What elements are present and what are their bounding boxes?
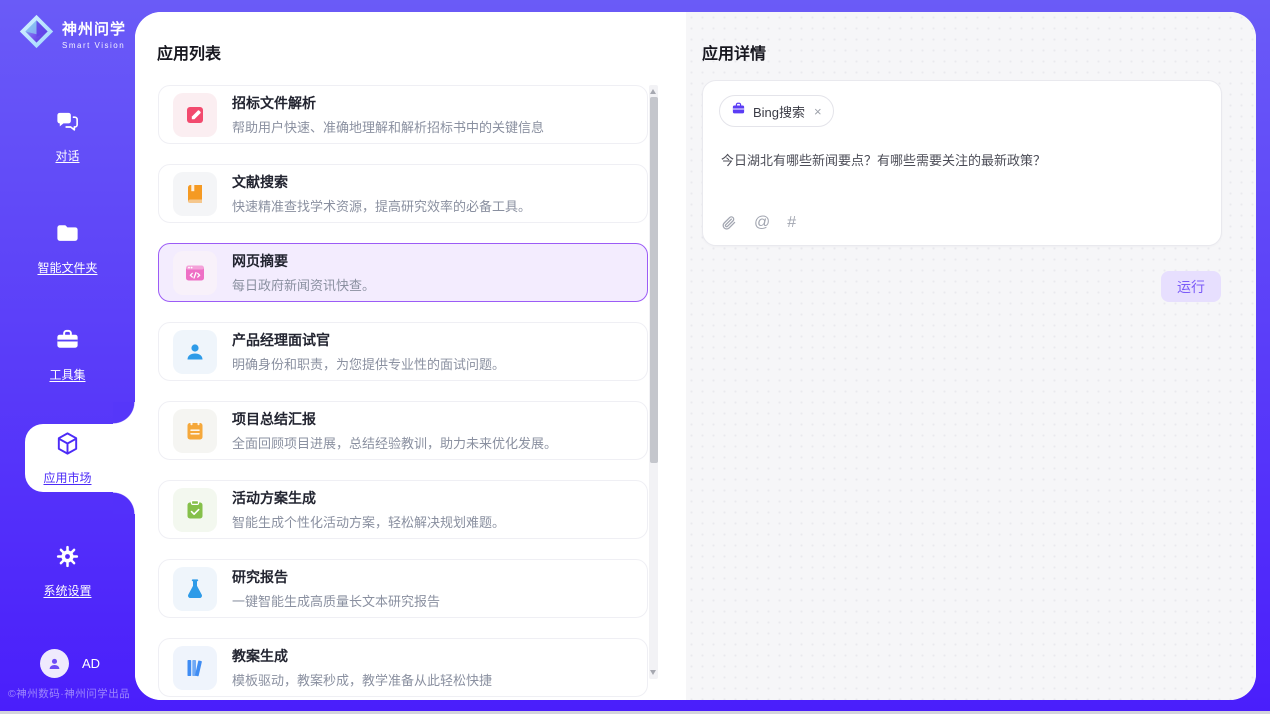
scroll-down-icon[interactable]: [650, 670, 656, 675]
app-description: 帮助用户快速、准确地理解和解析招标书中的关键信息: [232, 117, 544, 136]
run-button[interactable]: 运行: [1161, 271, 1221, 302]
app-description: 全面回顾项目进展，总结经验教训，助力未来优化发展。: [232, 433, 557, 452]
sidebar-item-settings[interactable]: 系统设置: [0, 543, 135, 599]
app-card[interactable]: 教案生成 模板驱动，教案秒成，教学准备从此轻松快捷: [158, 638, 648, 697]
app-description: 模板驱动，教案秒成，教学准备从此轻松快捷: [232, 670, 492, 689]
app-list-title: 应用列表: [157, 40, 221, 64]
question-input[interactable]: 今日湖北有哪些新闻要点？有哪些需要关注的最新政策？: [721, 151, 1203, 171]
mention-icon[interactable]: @: [754, 215, 770, 231]
app-window: { "brand": { "name": "神州问学", "subtitle":…: [0, 0, 1270, 714]
briefcase-icon: [731, 101, 746, 121]
app-title: 网页摘要: [232, 251, 375, 271]
app-description: 明确身份和职责，为您提供专业性的面试问题。: [232, 354, 505, 373]
scrollbar[interactable]: [649, 85, 658, 679]
app-card[interactable]: 产品经理面试官 明确身份和职责，为您提供专业性的面试问题。: [158, 322, 648, 381]
notepad-icon: [173, 409, 217, 453]
app-title: 产品经理面试官: [232, 330, 505, 350]
app-description: 每日政府新闻资讯快查。: [232, 275, 375, 294]
content-area: 应用列表 招标文件解析 帮助用户快速、准确地理解和解析招标书中的关键信息 文献搜…: [135, 12, 1256, 700]
tool-tag-bing[interactable]: Bing搜索 ×: [719, 95, 834, 127]
app-card[interactable]: 网页摘要 每日政府新闻资讯快查。: [158, 243, 648, 302]
user-initials: AD: [82, 656, 100, 671]
books-icon: [173, 646, 217, 690]
app-title: 教案生成: [232, 646, 492, 666]
app-detail-panel: 应用详情 Bing搜索 × 今日湖北有哪些新闻要点？有哪些需要关注的最新政策？: [686, 12, 1256, 700]
interviewer-icon: [173, 330, 217, 374]
app-title: 文献搜索: [232, 172, 531, 192]
app-description: 快速精准查找学术资源，提高研究效率的必备工具。: [232, 196, 531, 215]
user-account[interactable]: AD: [40, 649, 100, 678]
brand-logo: 神州问学 Smart Vision: [18, 13, 126, 55]
app-title: 项目总结汇报: [232, 409, 557, 429]
sidebar-item-smart-folder[interactable]: 智能文件夹: [0, 220, 135, 276]
paperclip-icon[interactable]: [721, 215, 737, 231]
toolbox-icon: [54, 327, 81, 359]
copyright-footer: ©神州数码·神州问学出品: [8, 686, 138, 701]
folder-icon: [54, 220, 81, 252]
chat-icon: [54, 108, 81, 140]
hash-icon[interactable]: #: [787, 215, 796, 231]
sidebar-item-app-market[interactable]: 应用市场: [0, 430, 135, 486]
scroll-up-icon[interactable]: [650, 89, 656, 94]
app-card[interactable]: 招标文件解析 帮助用户快速、准确地理解和解析招标书中的关键信息: [158, 85, 648, 144]
document-edit-icon: [173, 93, 217, 137]
app-list-panel: 应用列表 招标文件解析 帮助用户快速、准确地理解和解析招标书中的关键信息 文献搜…: [135, 12, 686, 700]
book-icon: [173, 172, 217, 216]
sidebar: 神州问学 Smart Vision 对话 智能文件夹 工具集: [0, 0, 135, 714]
cube-icon: [54, 430, 81, 462]
app-detail-title: 应用详情: [702, 40, 766, 64]
remove-tag-icon[interactable]: ×: [814, 104, 822, 119]
app-card[interactable]: 研究报告 一键智能生成高质量长文本研究报告: [158, 559, 648, 618]
app-card[interactable]: 项目总结汇报 全面回顾项目进展，总结经验教训，助力未来优化发展。: [158, 401, 648, 460]
app-description: 智能生成个性化活动方案，轻松解决规划难题。: [232, 512, 505, 531]
brand-subtitle: Smart Vision: [62, 41, 126, 50]
flask-icon: [173, 567, 217, 611]
scrollbar-thumb[interactable]: [650, 97, 658, 463]
app-card[interactable]: 文献搜索 快速精准查找学术资源，提高研究效率的必备工具。: [158, 164, 648, 223]
tool-tag-label: Bing搜索: [753, 102, 805, 121]
brand-diamond-icon: [18, 13, 55, 55]
app-card[interactable]: 活动方案生成 智能生成个性化活动方案，轻松解决规划难题。: [158, 480, 648, 539]
avatar: [40, 649, 69, 678]
app-description: 一键智能生成高质量长文本研究报告: [232, 591, 440, 610]
sidebar-item-chat[interactable]: 对话: [0, 108, 135, 164]
app-card-list: 招标文件解析 帮助用户快速、准确地理解和解析招标书中的关键信息 文献搜索 快速精…: [158, 85, 648, 700]
sidebar-item-toolset[interactable]: 工具集: [0, 327, 135, 383]
brand-name: 神州问学: [62, 18, 126, 39]
webpage-icon: [173, 251, 217, 295]
app-title: 招标文件解析: [232, 93, 544, 113]
input-toolbar: @ #: [721, 215, 796, 231]
app-title: 研究报告: [232, 567, 440, 587]
clipboard-check-icon: [173, 488, 217, 532]
gear-icon: [54, 543, 81, 575]
app-title: 活动方案生成: [232, 488, 505, 508]
prompt-card: Bing搜索 × 今日湖北有哪些新闻要点？有哪些需要关注的最新政策？ @ #: [702, 80, 1222, 246]
